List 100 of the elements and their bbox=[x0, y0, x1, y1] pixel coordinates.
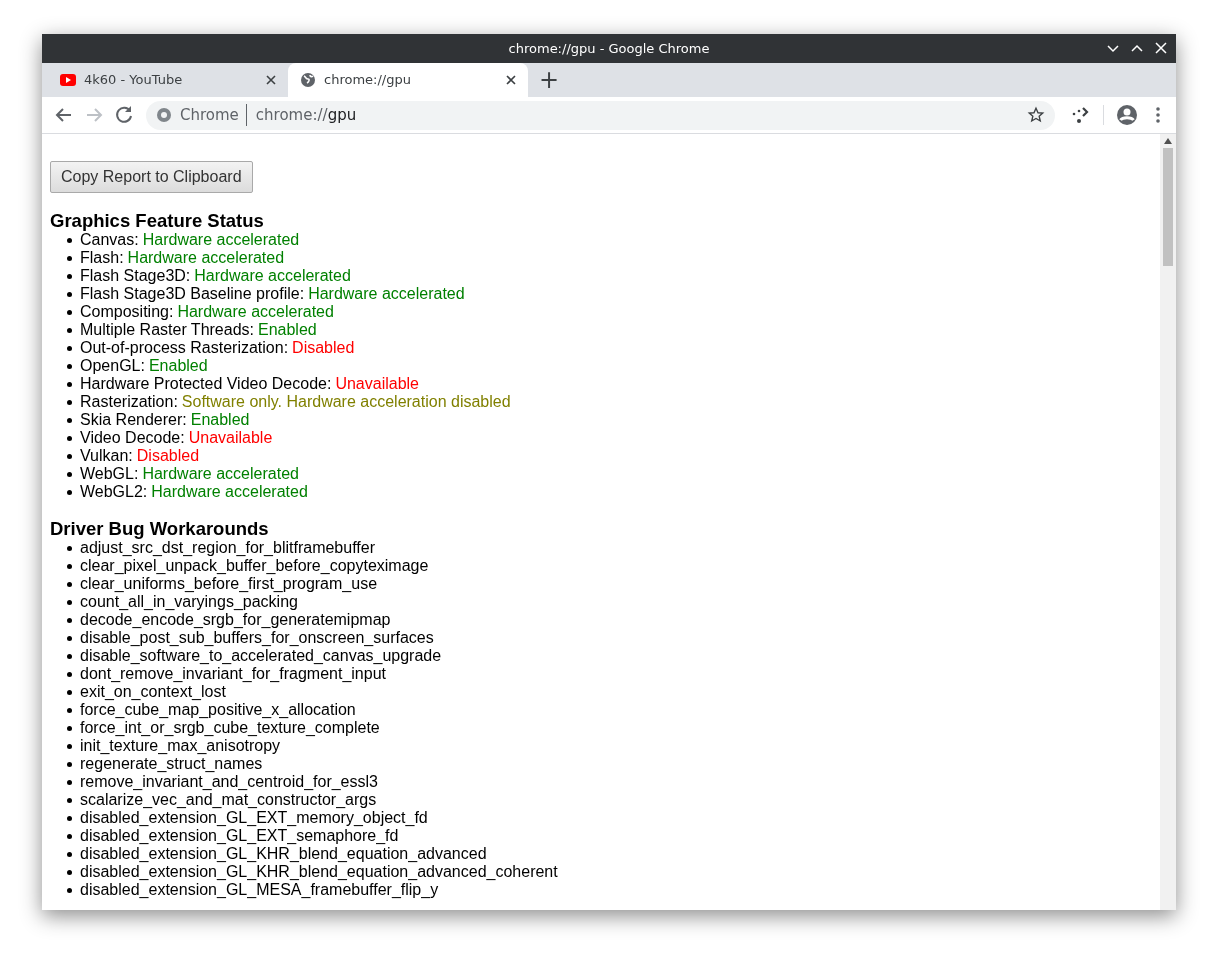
workaround-name: clear_pixel_unpack_buffer_before_copyteximage bbox=[80, 557, 429, 575]
scrollbar-thumb[interactable] bbox=[1163, 148, 1173, 266]
feature-status: Hardware accelerated bbox=[151, 483, 308, 501]
feature-status: Software only. Hardware acceleration disabled bbox=[181, 393, 511, 411]
bullet bbox=[67, 833, 72, 839]
feature-status: Enabled bbox=[190, 411, 250, 429]
bullet bbox=[67, 689, 72, 695]
feature-name: WebGL: bbox=[80, 465, 139, 483]
feature-name: Rasterization: bbox=[80, 393, 178, 411]
bullet bbox=[67, 399, 72, 405]
section-heading: Graphics Feature Status bbox=[50, 210, 265, 231]
bullet bbox=[67, 453, 72, 459]
feature-status: Hardware accelerated bbox=[142, 231, 300, 249]
bullet bbox=[67, 417, 72, 423]
feature-status: Hardware accelerated bbox=[308, 285, 465, 303]
feature-name: OpenGL: bbox=[80, 357, 145, 375]
bullet bbox=[67, 255, 72, 261]
site-chip: Chrome bbox=[180, 103, 247, 127]
bullet bbox=[67, 617, 72, 623]
browser-tab[interactable]: chrome://gpu bbox=[288, 63, 528, 97]
bullet bbox=[67, 599, 72, 605]
workaround-name: disabled_extension_GL_EXT_memory_object_fd bbox=[80, 809, 428, 827]
video-play-icon bbox=[60, 74, 76, 86]
bullet bbox=[67, 345, 72, 351]
workaround-name: exit_on_context_lost bbox=[80, 683, 226, 701]
bullet bbox=[67, 273, 72, 279]
feature-name: Flash: bbox=[80, 249, 124, 267]
scrollbar[interactable] bbox=[1160, 134, 1176, 910]
workaround-name: init_texture_max_anisotropy bbox=[80, 737, 281, 755]
bullet bbox=[67, 851, 72, 857]
address-bar[interactable]: Chrome chrome://gpu bbox=[146, 100, 1055, 130]
bullet bbox=[67, 671, 72, 677]
feature-status: Enabled bbox=[148, 357, 208, 375]
feature-name: Flash Stage3D: bbox=[80, 267, 191, 285]
browser-tab[interactable]: 4k60 - YouTube bbox=[48, 63, 288, 97]
workaround-name: regenerate_struct_names bbox=[80, 755, 263, 773]
bullet bbox=[67, 363, 72, 369]
feature-status: Enabled bbox=[258, 321, 317, 339]
feature-status: Hardware accelerated bbox=[194, 267, 351, 285]
feature-name: Multiple Raster Threads: bbox=[80, 321, 254, 339]
workaround-name: dont_remove_invariant_for_fragment_input bbox=[80, 665, 386, 683]
feature-status: Hardware accelerated bbox=[127, 249, 285, 267]
bullet bbox=[67, 435, 72, 441]
window-title: chrome://gpu - Google Chrome bbox=[508, 39, 710, 58]
close-button[interactable] bbox=[1154, 41, 1168, 55]
bullet bbox=[67, 381, 72, 387]
bullet bbox=[67, 471, 72, 477]
feature-name: Hardware Protected Video Decode: bbox=[80, 375, 332, 393]
bullet bbox=[67, 779, 72, 785]
workaround-name: disable_post_sub_buffers_for_onscreen_surfaces bbox=[80, 629, 434, 647]
feature-status: Hardware accelerated bbox=[177, 303, 334, 321]
feature-status: Hardware accelerated bbox=[142, 465, 299, 483]
workaround-name: disabled_extension_GL_MESA_framebuffer_flip_y bbox=[80, 881, 439, 899]
bullet bbox=[67, 237, 72, 243]
workaround-name: count_all_in_varyings_packing bbox=[80, 593, 298, 611]
profile-icon[interactable] bbox=[1116, 104, 1138, 126]
globe-icon bbox=[300, 72, 316, 88]
bookmark-star-icon[interactable] bbox=[1027, 106, 1045, 124]
feature-status: Disabled bbox=[136, 447, 200, 465]
bullet bbox=[67, 327, 72, 333]
feature-name: Out-of-process Rasterization: bbox=[80, 339, 289, 357]
bullet bbox=[67, 761, 72, 767]
scroll-up-icon[interactable] bbox=[1164, 138, 1172, 144]
feature-name: WebGL2: bbox=[80, 483, 148, 501]
workaround-name: adjust_src_dst_region_for_blitframebuffer bbox=[80, 539, 375, 557]
bullet bbox=[67, 797, 72, 803]
bullet bbox=[67, 563, 72, 569]
bullet bbox=[67, 653, 72, 659]
bullet bbox=[67, 887, 72, 893]
url-text: chrome://gpu bbox=[255, 104, 357, 126]
feature-name: Flash Stage3D Baseline profile: bbox=[80, 285, 305, 303]
tab-title: chrome://gpu bbox=[324, 71, 412, 90]
bullet bbox=[67, 869, 72, 875]
close-tab-icon[interactable] bbox=[266, 75, 276, 85]
workaround-name: disabled_extension_GL_KHR_blend_equation_advanced_coherent bbox=[80, 863, 558, 881]
copy-report-button[interactable]: Copy Report to Clipboard bbox=[50, 161, 253, 193]
bullet bbox=[67, 545, 72, 551]
feature-status: Unavailable bbox=[188, 429, 273, 447]
bullet bbox=[67, 309, 72, 315]
feature-name: Canvas: bbox=[80, 231, 139, 249]
bullet bbox=[67, 725, 72, 731]
workaround-name: decode_encode_srgb_for_generatemipmap bbox=[80, 611, 391, 629]
workaround-name: disabled_extension_GL_KHR_blend_equation_advanced bbox=[80, 845, 487, 863]
feature-name: Video Decode: bbox=[80, 429, 185, 447]
workaround-name: force_int_or_srgb_cube_texture_complete bbox=[80, 719, 380, 737]
bullet bbox=[67, 489, 72, 495]
new-tab-button[interactable]: + bbox=[534, 63, 564, 97]
close-tab-icon[interactable] bbox=[506, 75, 516, 85]
feature-status: Unavailable bbox=[335, 375, 419, 393]
bullet bbox=[67, 707, 72, 713]
feature-name: Skia Renderer: bbox=[80, 411, 187, 429]
section-heading: Driver Bug Workarounds bbox=[50, 518, 270, 539]
workaround-name: force_cube_map_positive_x_allocation bbox=[80, 701, 356, 719]
bullet bbox=[67, 815, 72, 821]
workaround-name: remove_invariant_and_centroid_for_essl3 bbox=[80, 773, 378, 791]
feature-status: Disabled bbox=[292, 339, 355, 357]
feature-name: Compositing: bbox=[80, 303, 174, 321]
workaround-name: disabled_extension_GL_EXT_semaphore_fd bbox=[80, 827, 399, 845]
bullet bbox=[67, 291, 72, 297]
workaround-name: disable_software_to_accelerated_canvas_upgrade bbox=[80, 647, 442, 665]
